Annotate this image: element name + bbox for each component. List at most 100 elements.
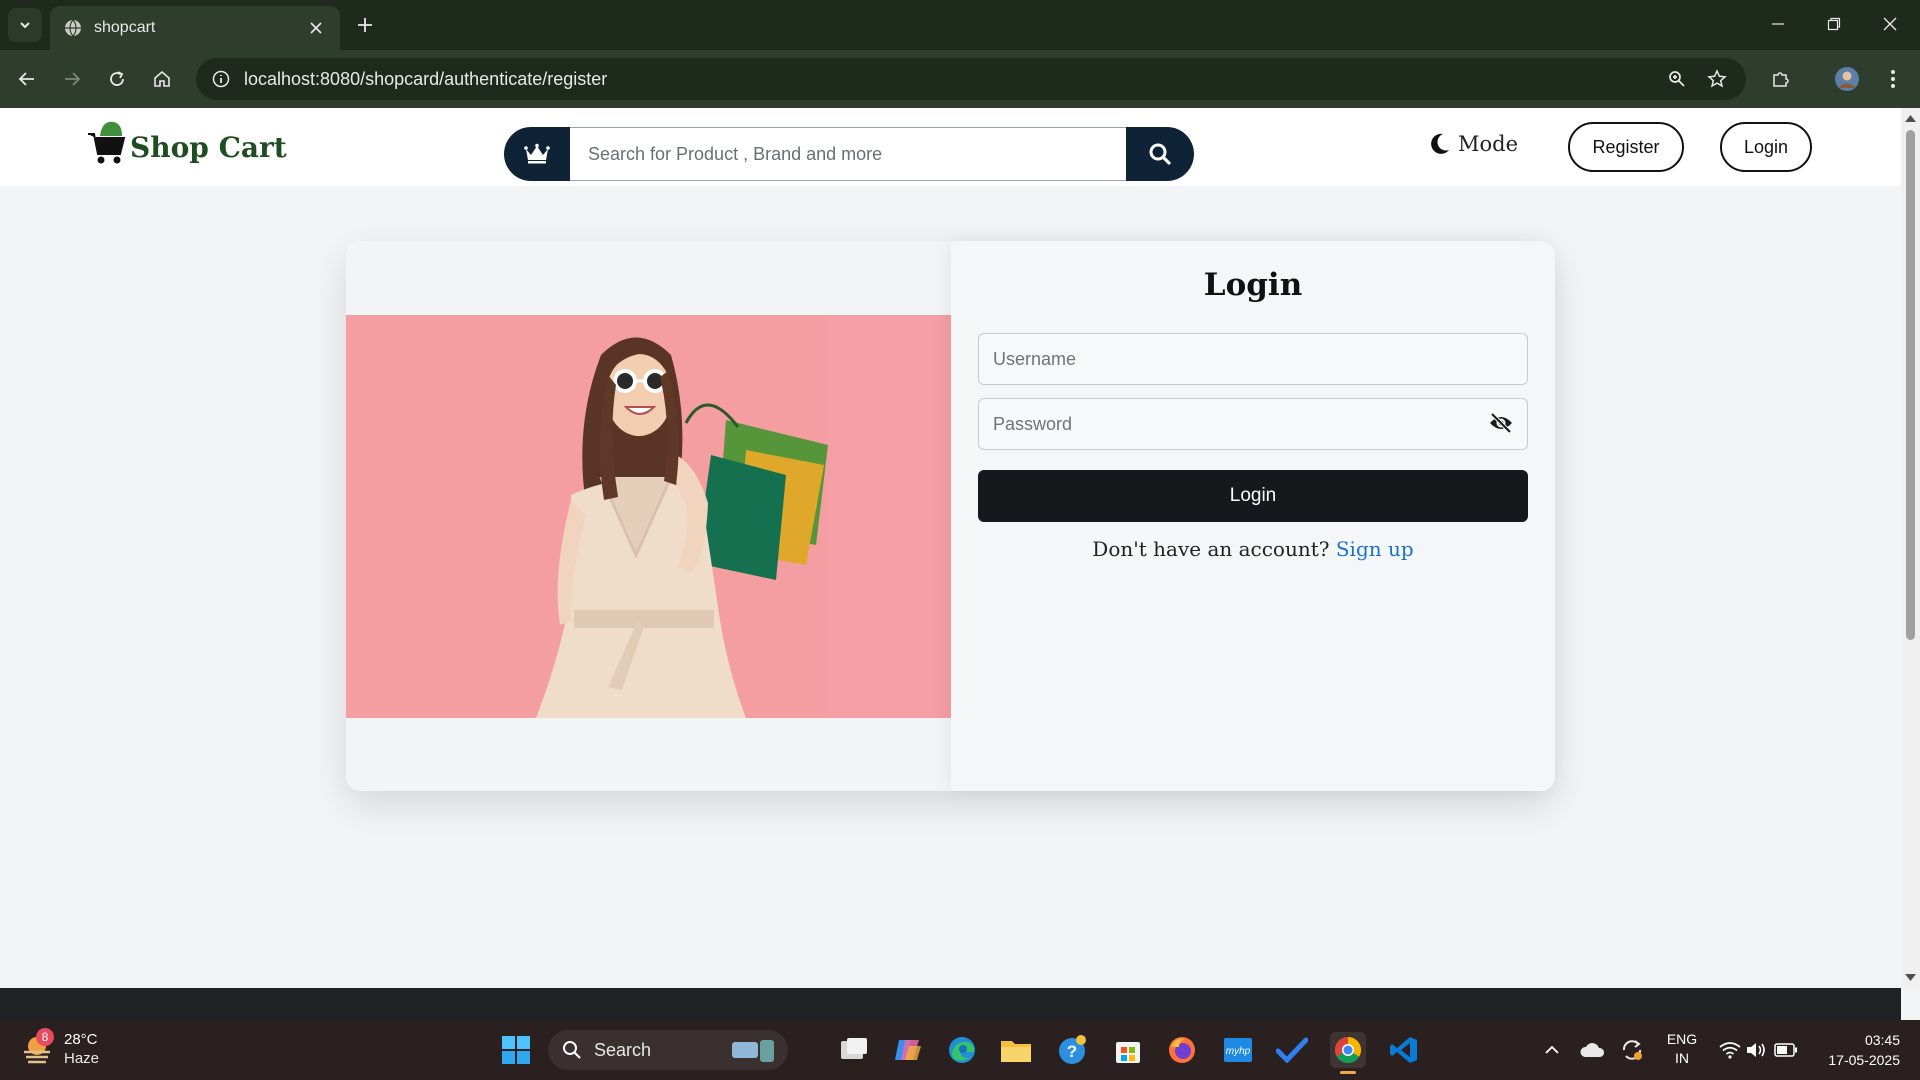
page-viewport: Shop Cart Mode Register Login <box>0 108 1901 988</box>
firefox-button[interactable] <box>1164 1032 1200 1068</box>
task-view-button[interactable] <box>836 1032 872 1068</box>
username-field[interactable] <box>978 333 1528 385</box>
minimize-button[interactable] <box>1758 8 1798 40</box>
reload-icon <box>110 71 124 86</box>
tray-overflow-button[interactable] <box>1534 1032 1570 1068</box>
myhp-button[interactable]: myhp <box>1220 1032 1256 1068</box>
sync-icon <box>1622 1040 1642 1060</box>
active-indicator <box>1340 1071 1356 1074</box>
checkmark-icon <box>1276 1037 1308 1063</box>
haze-icon: 8 <box>20 1028 54 1066</box>
todo-button[interactable] <box>1274 1032 1310 1068</box>
language-indicator[interactable]: ENG IN <box>1660 1030 1704 1068</box>
chrome-button[interactable] <box>1330 1032 1366 1074</box>
home-icon <box>154 70 170 87</box>
battery-icon <box>1774 1043 1797 1057</box>
weather-widget[interactable]: 8 28°C Haze <box>20 1028 100 1068</box>
folder-icon <box>1001 1041 1031 1062</box>
browser-titlebar: shopcart <box>0 0 1920 50</box>
arrow-right-icon <box>65 72 81 86</box>
battery-button[interactable] <box>1768 1032 1804 1068</box>
svg-text:?: ? <box>1067 1042 1077 1061</box>
signup-prompt: Don't have an account? Sign up <box>951 537 1555 561</box>
file-explorer-button[interactable] <box>998 1032 1034 1068</box>
new-tab-button[interactable] <box>352 12 378 38</box>
region-label: IN <box>1675 1050 1689 1066</box>
site-header: Shop Cart Mode Register Login <box>0 108 1901 186</box>
restore-button[interactable] <box>1814 8 1854 40</box>
login-submit-button[interactable]: Login <box>978 470 1528 522</box>
home-button[interactable] <box>145 62 179 96</box>
scroll-thumb[interactable] <box>1906 130 1915 640</box>
shopping-cart-icon <box>88 121 126 164</box>
store-button[interactable] <box>1110 1032 1146 1068</box>
page-scrollbar[interactable] <box>1901 108 1920 988</box>
zoom-button[interactable] <box>1660 62 1694 96</box>
moon-icon <box>1431 133 1449 154</box>
edge-button[interactable] <box>944 1032 980 1068</box>
weather-temp: 28°C <box>64 1031 98 1048</box>
chevron-up-icon <box>1545 1045 1559 1054</box>
password-field[interactable] <box>978 398 1528 450</box>
eye-slash-icon[interactable] <box>1487 411 1515 435</box>
puzzle-icon <box>1773 72 1789 87</box>
scroll-down-icon[interactable] <box>1904 972 1917 984</box>
help-button[interactable]: ? <box>1054 1032 1090 1068</box>
signup-link[interactable]: Sign up <box>1336 537 1414 561</box>
taskbar-search-label: Search <box>594 1039 652 1060</box>
edge-icon <box>949 1037 975 1063</box>
help-icon: ? <box>1059 1035 1086 1064</box>
address-bar[interactable]: localhost:8080/shopcard/authenticate/reg… <box>196 58 1746 100</box>
close-tab-icon[interactable] <box>306 18 326 38</box>
start-button[interactable] <box>498 1032 534 1068</box>
search-input[interactable] <box>570 127 1126 181</box>
back-button[interactable] <box>10 62 44 96</box>
taskbar-search[interactable]: Search <box>548 1030 788 1070</box>
login-form-panel: Login Login Don't have an account? Sign … <box>951 241 1555 791</box>
weather-condition: Haze <box>64 1050 100 1067</box>
search-highlight-icon <box>732 1040 774 1062</box>
clock-time: 03:45 <box>1864 1032 1900 1048</box>
language-label: ENG <box>1666 1031 1698 1047</box>
system-clock[interactable]: 03:45 17-05-2025 <box>1816 1030 1900 1070</box>
chrome-icon <box>1334 1036 1362 1064</box>
copilot-button[interactable] <box>890 1032 926 1068</box>
onedrive-button[interactable] <box>1574 1032 1610 1068</box>
hero-image <box>346 315 951 718</box>
chevron-down-icon <box>20 22 30 29</box>
register-button[interactable]: Register <box>1568 122 1684 172</box>
profile-avatar[interactable] <box>1830 62 1864 96</box>
extensions-button[interactable] <box>1764 62 1798 96</box>
dark-mode-toggle[interactable]: Mode <box>1430 132 1518 156</box>
premium-button[interactable] <box>504 127 570 181</box>
cloud-icon <box>1580 1043 1605 1057</box>
browser-toolbar: localhost:8080/shopcard/authenticate/reg… <box>0 50 1920 108</box>
search-icon <box>563 1041 581 1059</box>
myhp-icon: myhp <box>1224 1038 1252 1062</box>
weather-badge: 8 <box>36 1028 54 1046</box>
restore-icon <box>1827 17 1841 31</box>
close-window-button[interactable] <box>1870 8 1910 40</box>
scroll-up-icon[interactable] <box>1904 112 1917 124</box>
site-info-icon[interactable] <box>208 66 234 92</box>
sync-button[interactable] <box>1614 1032 1650 1068</box>
reload-button[interactable] <box>100 62 134 96</box>
header-login-button[interactable]: Login <box>1720 122 1812 172</box>
kebab-menu-icon <box>1891 70 1895 88</box>
browser-tab[interactable]: shopcart <box>50 6 340 50</box>
forward-button[interactable] <box>55 62 89 96</box>
plus-icon <box>358 18 372 32</box>
vscode-button[interactable] <box>1386 1032 1422 1068</box>
browser-menu-button[interactable] <box>1876 62 1910 96</box>
search-icon <box>1149 143 1171 165</box>
bookmark-button[interactable] <box>1700 62 1734 96</box>
site-logo-text: Shop Cart <box>130 131 287 164</box>
site-logo[interactable]: Shop Cart <box>86 116 287 166</box>
tab-search-button[interactable] <box>8 8 42 42</box>
login-title: Login <box>1203 267 1303 303</box>
minimize-icon <box>1772 23 1784 25</box>
globe-icon <box>65 19 81 37</box>
speaker-icon <box>1747 1043 1765 1057</box>
search-button[interactable] <box>1126 127 1194 181</box>
vscode-icon <box>1390 1037 1417 1063</box>
